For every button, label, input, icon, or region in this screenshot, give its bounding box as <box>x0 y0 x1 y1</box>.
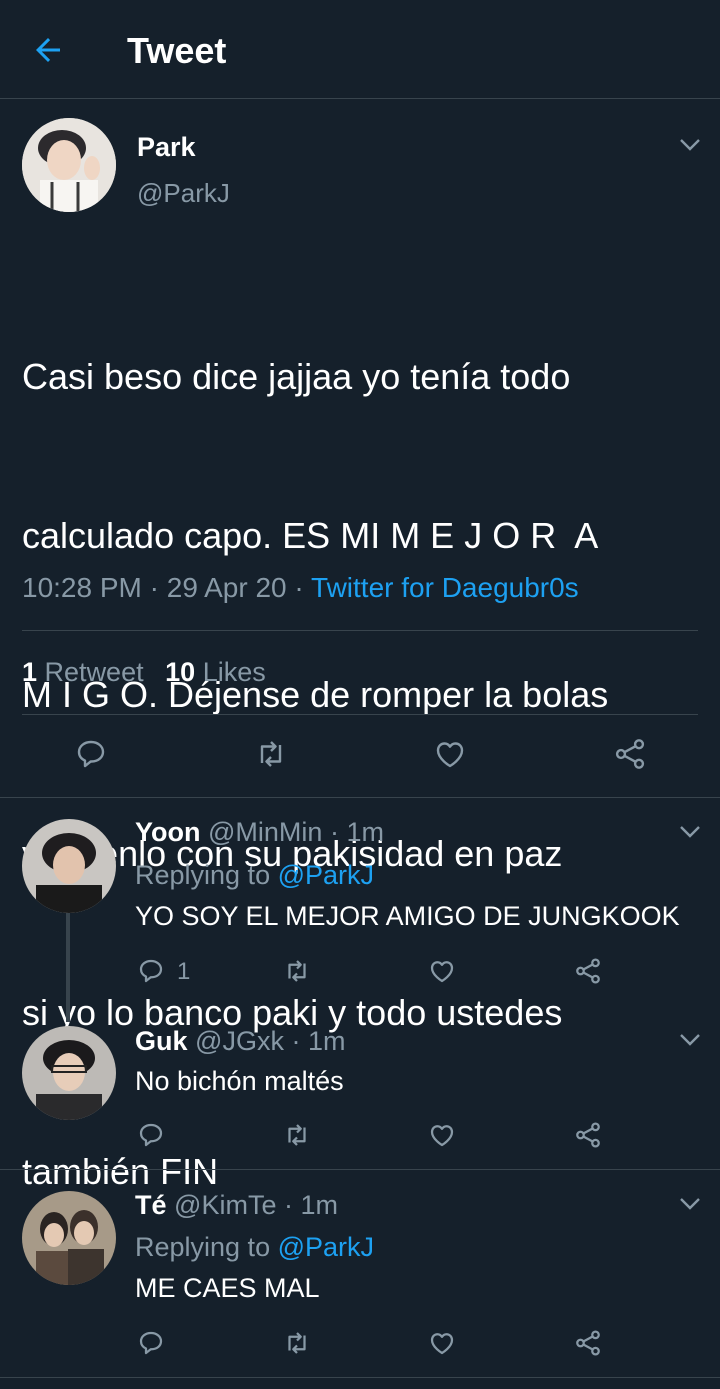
divider <box>0 1377 720 1378</box>
top-bar: Tweet <box>0 0 720 99</box>
separator: · <box>291 1026 301 1056</box>
reply-header: Té @KimTe · 1m <box>135 1190 338 1221</box>
reply-icon[interactable] <box>136 956 166 986</box>
reply-icon[interactable] <box>136 1328 166 1358</box>
retweet-icon[interactable] <box>281 1120 313 1150</box>
reply-author-handle[interactable]: @KimTe <box>174 1190 276 1220</box>
retweet-icon[interactable] <box>252 736 290 772</box>
share-icon[interactable] <box>573 1328 603 1358</box>
reply-icon[interactable] <box>136 1120 166 1150</box>
separator: · <box>294 572 304 603</box>
tweet-date: 29 Apr 20 <box>166 572 287 603</box>
replying-to: Replying to @ParkJ <box>135 1232 374 1263</box>
reply-count: 1 <box>177 958 191 985</box>
author-handle[interactable]: @ParkJ <box>137 178 230 209</box>
share-icon[interactable] <box>573 956 603 986</box>
reply-age: 1m <box>307 1026 346 1056</box>
reply-header: Yoon @MinMin · 1m <box>135 817 384 848</box>
reply-author-name[interactable]: Yoon <box>135 817 200 847</box>
divider <box>0 797 720 798</box>
chevron-down-icon[interactable] <box>679 1197 701 1211</box>
tweet-text: Casi beso dice jajjaa yo tenía todo calc… <box>22 244 608 1251</box>
reply-age: 1m <box>300 1190 339 1220</box>
retweets-stat[interactable]: 1 Retweet <box>22 657 151 687</box>
likes-stat[interactable]: 10 Likes <box>165 657 266 687</box>
reply-text: YO SOY EL MEJOR AMIGO DE JUNGKOOK <box>135 901 680 931</box>
avatar[interactable] <box>22 1026 116 1120</box>
separator: · <box>329 817 339 847</box>
tweet-time: 10:28 PM <box>22 572 142 603</box>
divider <box>0 1169 720 1170</box>
reply-text: No bichón maltés <box>135 1066 344 1096</box>
separator: · <box>149 572 159 603</box>
likes-label: Likes <box>202 657 266 687</box>
retweets-count: 1 <box>22 657 38 687</box>
like-icon[interactable] <box>432 736 468 772</box>
page-title: Tweet <box>127 30 227 71</box>
back-arrow-icon[interactable] <box>30 32 66 68</box>
avatar[interactable] <box>22 819 116 913</box>
like-icon[interactable] <box>427 1328 457 1358</box>
reply-author-handle[interactable]: @MinMin <box>208 817 322 847</box>
replying-to: Replying to @ParkJ <box>135 860 374 891</box>
reply-header: Guk @JGxk · 1m <box>135 1026 346 1057</box>
thread-connector <box>66 912 70 1022</box>
tweet-text-line: calculado capo. ES MI M E J O R A <box>22 515 599 556</box>
retweet-icon[interactable] <box>281 1328 313 1358</box>
reply-text: ME CAES MAL <box>135 1273 320 1303</box>
retweet-icon[interactable] <box>281 956 313 986</box>
chevron-down-icon[interactable] <box>679 1033 701 1047</box>
divider <box>22 630 698 631</box>
reply-author-handle[interactable]: @JGxk <box>195 1026 284 1056</box>
avatar[interactable] <box>22 118 116 212</box>
likes-count: 10 <box>165 657 196 687</box>
avatar[interactable] <box>22 1191 116 1285</box>
tweet-text-line: Casi beso dice jajjaa yo tenía todo <box>22 356 571 397</box>
chevron-down-icon[interactable] <box>679 138 701 152</box>
tweet-meta: 10:28 PM · 29 Apr 20 · Twitter for Daegu… <box>22 572 579 604</box>
reply-author-name[interactable]: Guk <box>135 1026 188 1056</box>
reply-icon[interactable] <box>73 736 109 772</box>
author-name[interactable]: Park <box>137 132 196 163</box>
retweets-label: Retweet <box>44 657 144 687</box>
reply-author-name[interactable]: Té <box>135 1190 167 1220</box>
replying-to-label: Replying to <box>135 860 271 890</box>
tweet-source-link[interactable]: Twitter for Daegubr0s <box>311 572 579 603</box>
replying-to-label: Replying to <box>135 1232 271 1262</box>
divider <box>22 714 698 715</box>
replying-to-handle[interactable]: @ParkJ <box>278 1232 374 1262</box>
share-icon[interactable] <box>573 1120 603 1150</box>
chevron-down-icon[interactable] <box>679 825 701 839</box>
engagement-stats: 1 Retweet 10 Likes <box>22 657 266 688</box>
like-icon[interactable] <box>427 956 457 986</box>
replying-to-handle[interactable]: @ParkJ <box>278 860 374 890</box>
separator: · <box>283 1190 293 1220</box>
like-icon[interactable] <box>427 1120 457 1150</box>
share-icon[interactable] <box>612 736 648 772</box>
reply-age: 1m <box>346 817 384 847</box>
